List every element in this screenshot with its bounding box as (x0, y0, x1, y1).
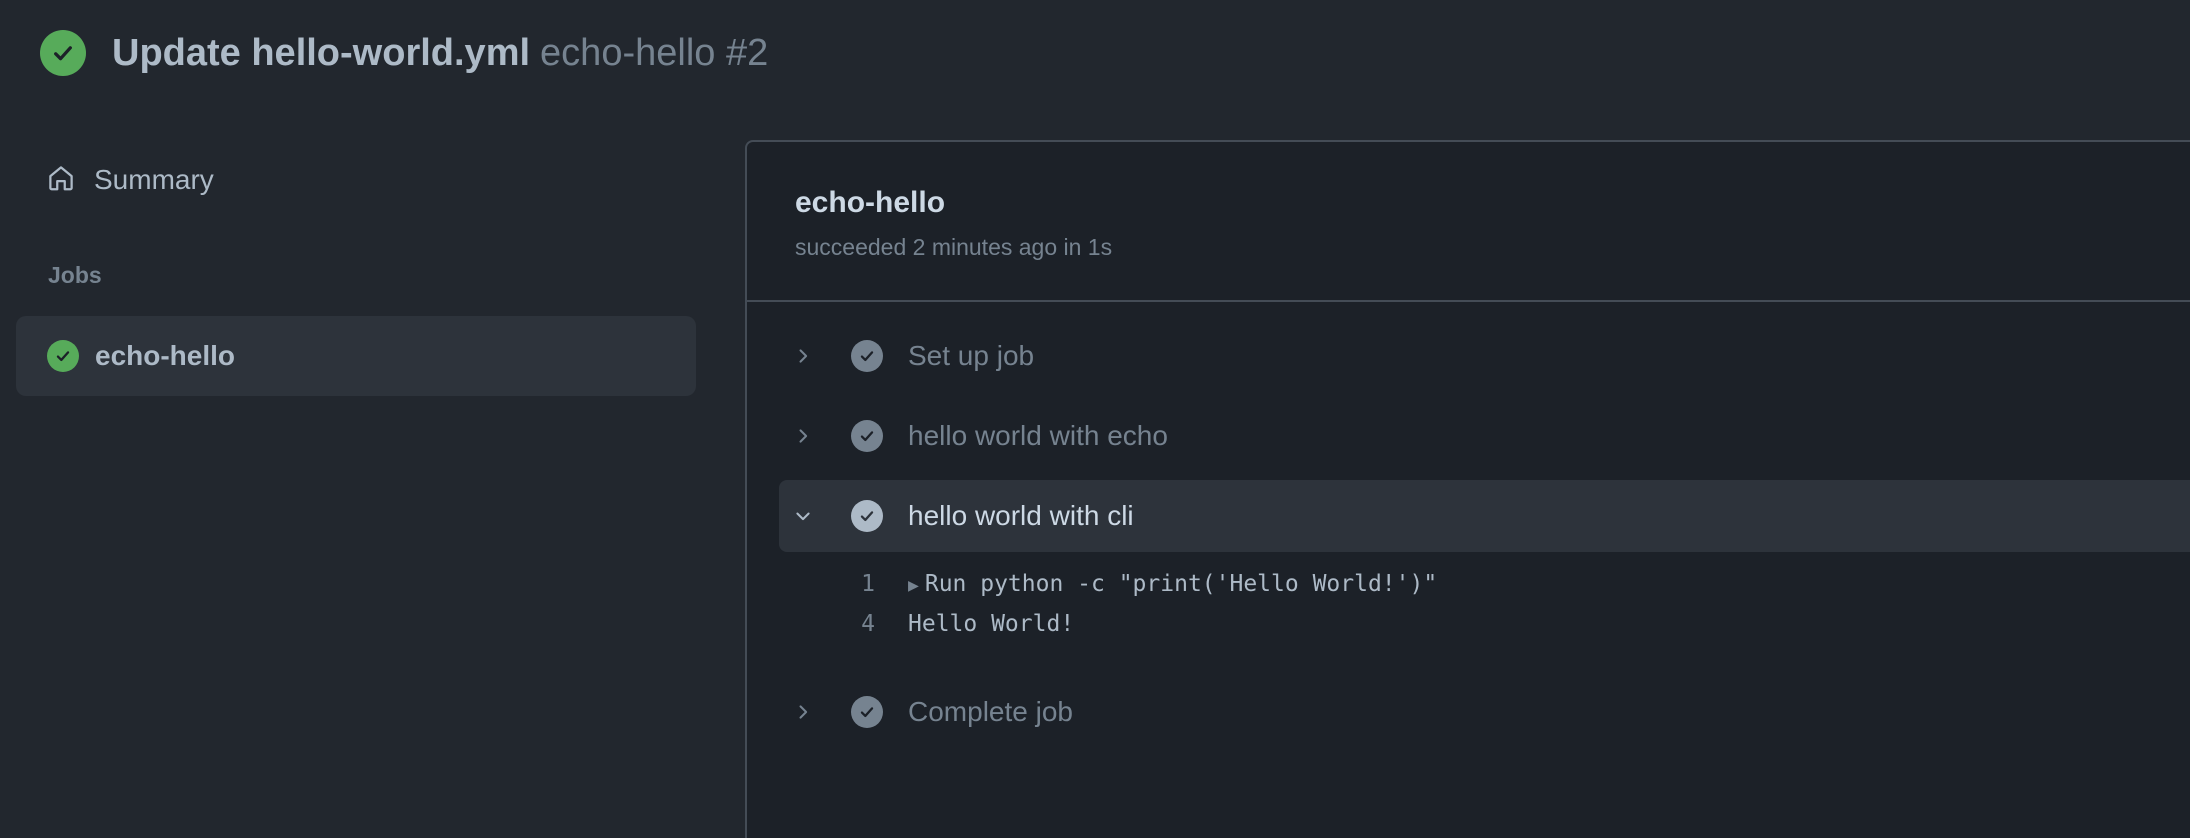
sidebar-item-echo-hello[interactable]: echo-hello (16, 316, 696, 396)
chevron-right-icon (791, 700, 815, 724)
line-number: 4 (861, 611, 875, 637)
step-complete-job[interactable]: Complete job (779, 676, 2190, 748)
check-circle-fill-icon (851, 420, 883, 452)
page-title: Update hello-world.yml echo-hello #2 (112, 32, 768, 75)
divider (747, 300, 2190, 302)
sidebar-item-summary[interactable]: Summary (46, 160, 214, 200)
run-header: Update hello-world.yml echo-hello #2 (40, 28, 768, 78)
chevron-down-icon (791, 504, 815, 528)
step-hello-world-with-echo[interactable]: hello world with echo (779, 400, 2190, 472)
chevron-right-icon (791, 344, 815, 368)
job-panel: echo-hello succeeded 2 minutes ago in 1s… (745, 140, 2190, 838)
sidebar-item-label: echo-hello (95, 340, 236, 371)
sidebar-item-label: Summary (94, 164, 214, 195)
log-text: Hello World! (908, 611, 1075, 637)
check-circle-fill-icon (851, 500, 883, 532)
check-circle-fill-icon (851, 340, 883, 372)
step-hello-world-with-cli[interactable]: hello world with cli (779, 480, 2190, 552)
step-label: Set up job (908, 340, 1035, 371)
check-circle-fill-icon (40, 30, 86, 76)
check-circle-fill-icon (47, 340, 79, 372)
workflow-run-title: Update hello-world.yml (112, 31, 531, 74)
line-number: 1 (861, 571, 875, 597)
check-circle-fill-icon (851, 696, 883, 728)
home-icon (46, 163, 76, 198)
step-label: hello world with echo (908, 420, 1168, 451)
step-label: hello world with cli (908, 500, 1134, 531)
log-line: 4 Hello World! (811, 608, 1074, 640)
log-line[interactable]: 1 ▶ Run python -c "print('Hello World!')" (811, 568, 1437, 600)
job-meta: succeeded 2 minutes ago in 1s (795, 234, 1113, 260)
log-text: Run python -c "print('Hello World!')" (924, 571, 1438, 597)
step-label: Complete job (908, 696, 1073, 727)
caret-right-icon[interactable]: ▶ (908, 575, 919, 596)
step-set-up-job[interactable]: Set up job (779, 320, 2190, 392)
chevron-right-icon (791, 424, 815, 448)
job-title: echo-hello (795, 186, 946, 219)
workflow-run-subtitle: echo-hello #2 (540, 31, 769, 74)
jobs-heading: Jobs (48, 262, 102, 288)
